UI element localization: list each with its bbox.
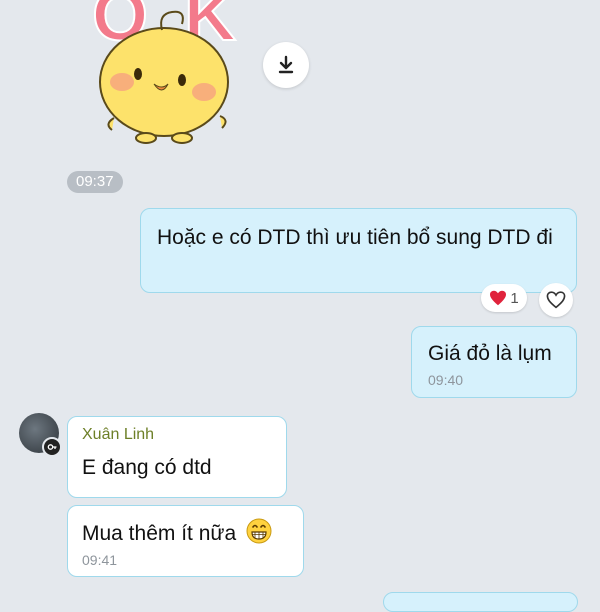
- heart-outline-icon: [546, 291, 566, 309]
- message-text: Mua thêm ít nữa: [82, 522, 237, 545]
- download-button[interactable]: [263, 42, 309, 88]
- message-time: 09:40: [428, 372, 464, 388]
- ok-chick-sticker[interactable]: O K: [84, 0, 254, 150]
- message-bubble[interactable]: Hoặc e có DTD thì ưu tiên bổ sung DTD đi: [140, 208, 577, 293]
- message-text: Hoặc e có DTD thì ưu tiên bổ sung DTD đi: [157, 226, 553, 249]
- key-icon: [42, 437, 62, 457]
- time-divider: 09:37: [67, 171, 123, 193]
- grinning-face-icon: [246, 518, 272, 544]
- message-bubble[interactable]: Giá đỏ là lụm 09:40: [411, 326, 577, 398]
- message-time: 09:41: [82, 552, 118, 568]
- like-button[interactable]: [539, 283, 573, 317]
- message-bubble[interactable]: Xuân Linh E đang có dtd: [67, 416, 287, 498]
- heart-icon: [490, 290, 507, 306]
- download-icon: [278, 55, 294, 74]
- message-bubble-partial[interactable]: [383, 592, 578, 612]
- reaction-count: 1: [510, 289, 519, 307]
- sender-name[interactable]: Xuân Linh: [82, 425, 272, 445]
- message-text: E đang có dtd: [82, 456, 212, 479]
- message-text: Giá đỏ là lụm: [428, 342, 552, 365]
- reaction-chip[interactable]: 1: [481, 284, 527, 312]
- message-bubble[interactable]: Mua thêm ít nữa 09:41: [67, 505, 304, 577]
